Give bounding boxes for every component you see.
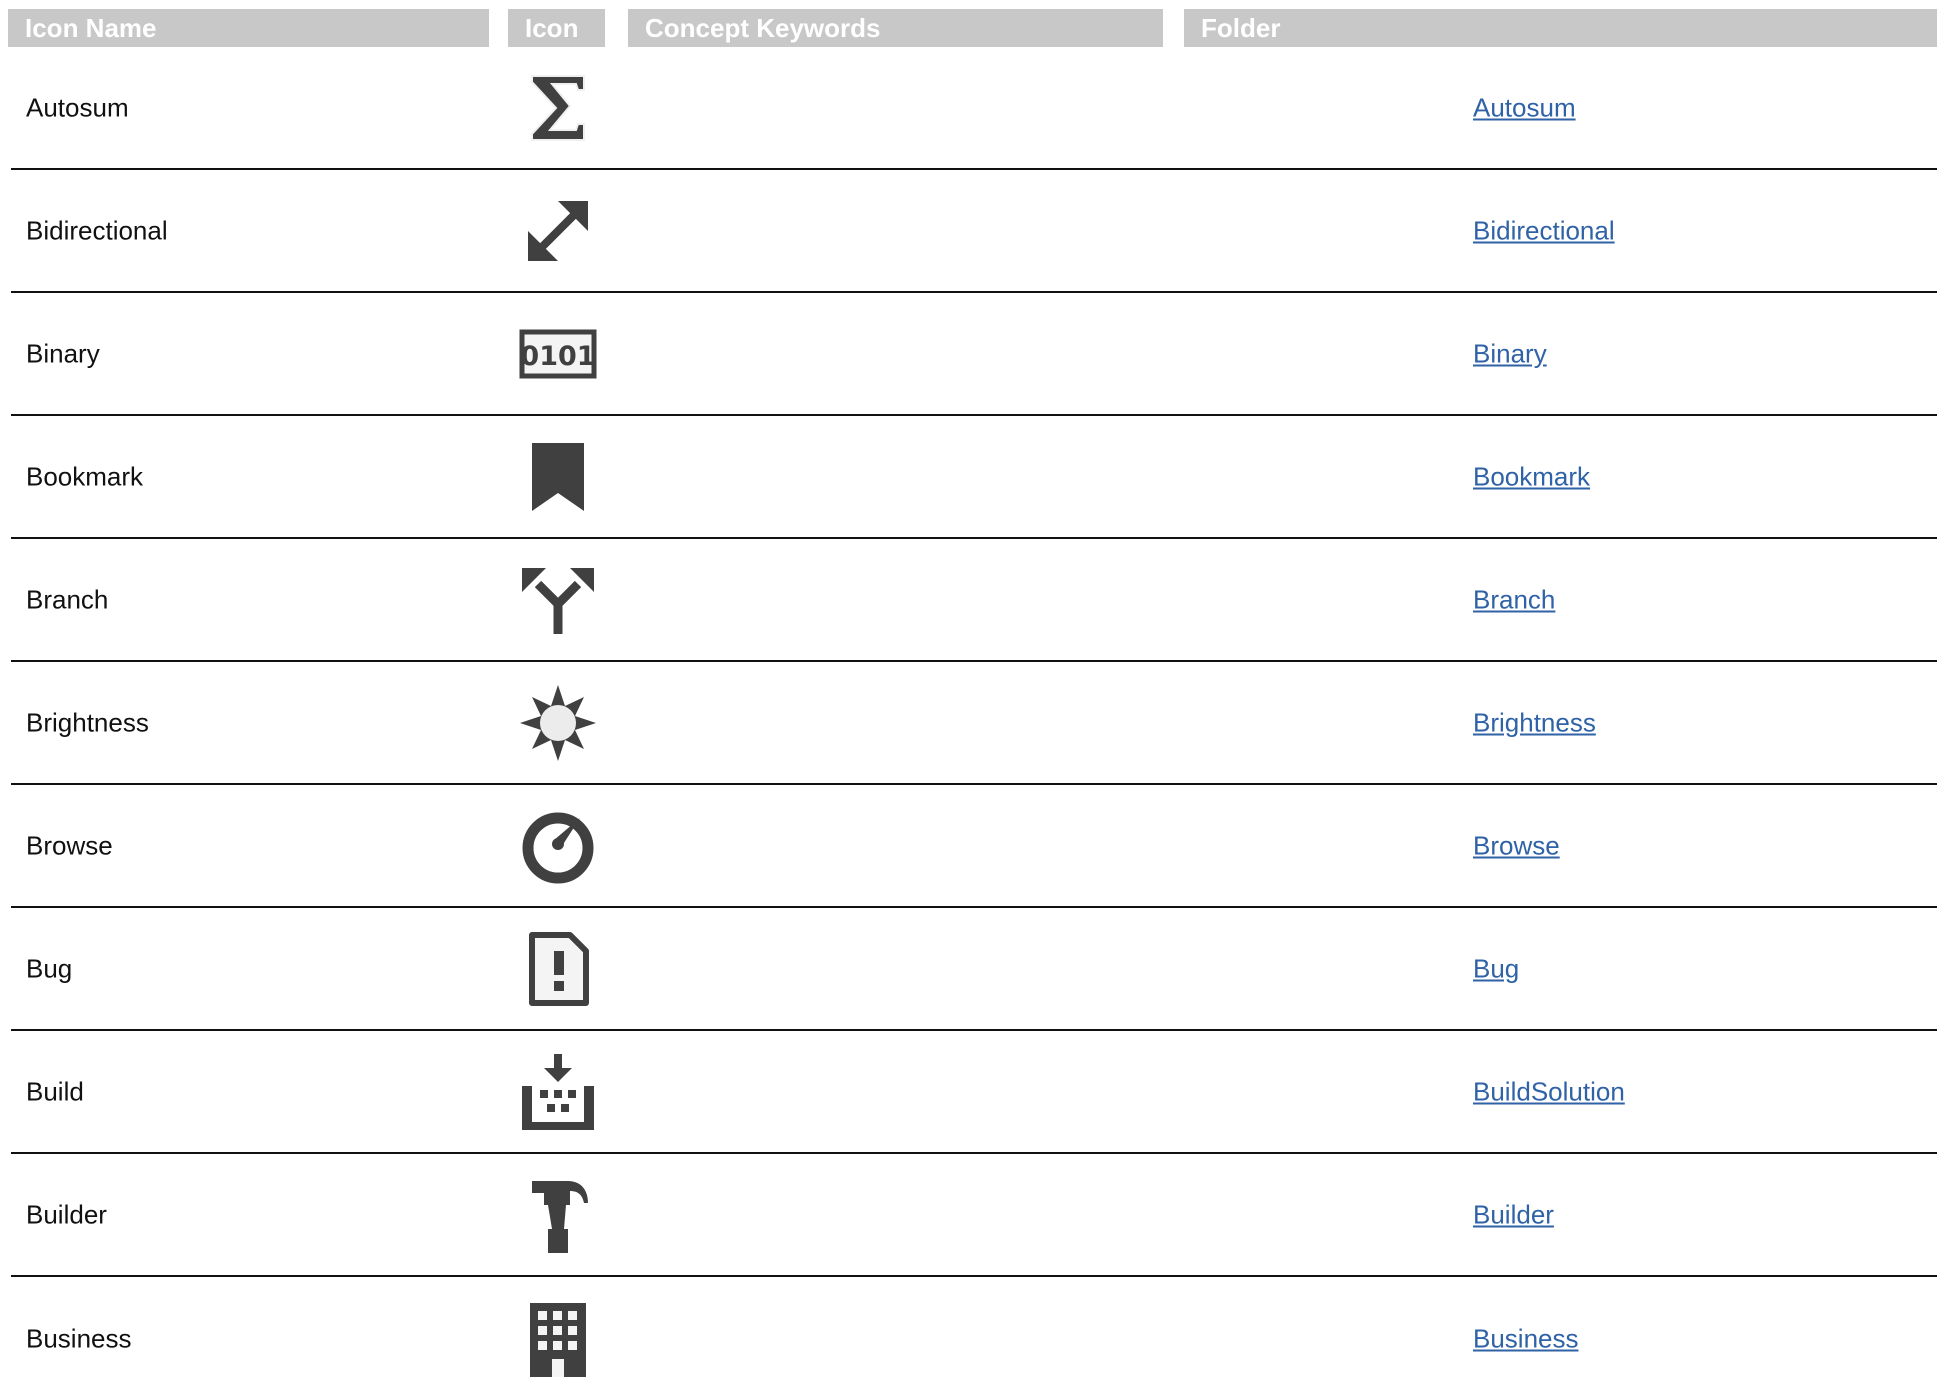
binary-icon: 0101	[515, 311, 601, 397]
icon-table: Autosum Autosum Bidirectional Bidirectio…	[11, 47, 1937, 1400]
icon-name-cell: Build	[26, 1076, 84, 1106]
folder-link[interactable]: Builder	[1473, 1199, 1554, 1230]
folder-link[interactable]: BuildSolution	[1473, 1076, 1625, 1107]
icon-name-cell: Branch	[26, 584, 109, 614]
icon-name-cell: Builder	[26, 1199, 107, 1229]
branch-icon	[515, 557, 601, 643]
svg-text:0101: 0101	[520, 341, 595, 372]
table-row: Brightness Brightness	[11, 662, 1937, 785]
autosum-icon	[515, 65, 601, 151]
table-row: Binary 0101 Binary	[11, 293, 1937, 416]
table-row: Autosum Autosum	[11, 47, 1937, 170]
table-row: Bidirectional Bidirectional	[11, 170, 1937, 293]
table-row: Business Business	[11, 1277, 1937, 1400]
table-row: Browse Browse	[11, 785, 1937, 908]
brightness-icon	[515, 680, 601, 766]
folder-link[interactable]: Browse	[1473, 830, 1560, 861]
table-row: Builder Builder	[11, 1154, 1937, 1277]
column-header-icon-name: Icon Name	[8, 9, 489, 47]
column-header-folder: Folder	[1184, 9, 1937, 47]
icon-name-cell: Bug	[26, 953, 73, 983]
icon-name-cell: Bidirectional	[26, 215, 168, 245]
folder-link[interactable]: Brightness	[1473, 707, 1596, 738]
build-icon	[515, 1049, 601, 1135]
icon-name-cell: Bookmark	[26, 461, 144, 491]
icon-name-cell: Brightness	[26, 707, 149, 737]
folder-link[interactable]: Bidirectional	[1473, 215, 1615, 246]
folder-link[interactable]: Bug	[1473, 953, 1519, 984]
column-header-icon: Icon	[508, 9, 605, 47]
icon-name-cell: Browse	[26, 830, 113, 860]
builder-icon	[515, 1172, 601, 1258]
bug-icon	[515, 926, 601, 1012]
table-row: Bookmark Bookmark	[11, 416, 1937, 539]
column-header-concept-keywords: Concept Keywords	[628, 9, 1163, 47]
folder-link[interactable]: Binary	[1473, 338, 1547, 369]
icon-name-cell: Business	[26, 1323, 132, 1353]
folder-link[interactable]: Branch	[1473, 584, 1555, 615]
icon-name-cell: Binary	[26, 338, 100, 368]
bidirectional-icon	[515, 188, 601, 274]
folder-link[interactable]: Bookmark	[1473, 461, 1590, 492]
table-row: Bug Bug	[11, 908, 1937, 1031]
browse-icon	[515, 803, 601, 889]
table-row: Branch Branch	[11, 539, 1937, 662]
business-icon	[515, 1296, 601, 1382]
table-row: Build BuildSolution	[11, 1031, 1937, 1154]
folder-link[interactable]: Business	[1473, 1323, 1579, 1354]
bookmark-icon	[515, 434, 601, 520]
icon-name-cell: Autosum	[26, 92, 129, 122]
folder-link[interactable]: Autosum	[1473, 92, 1576, 123]
